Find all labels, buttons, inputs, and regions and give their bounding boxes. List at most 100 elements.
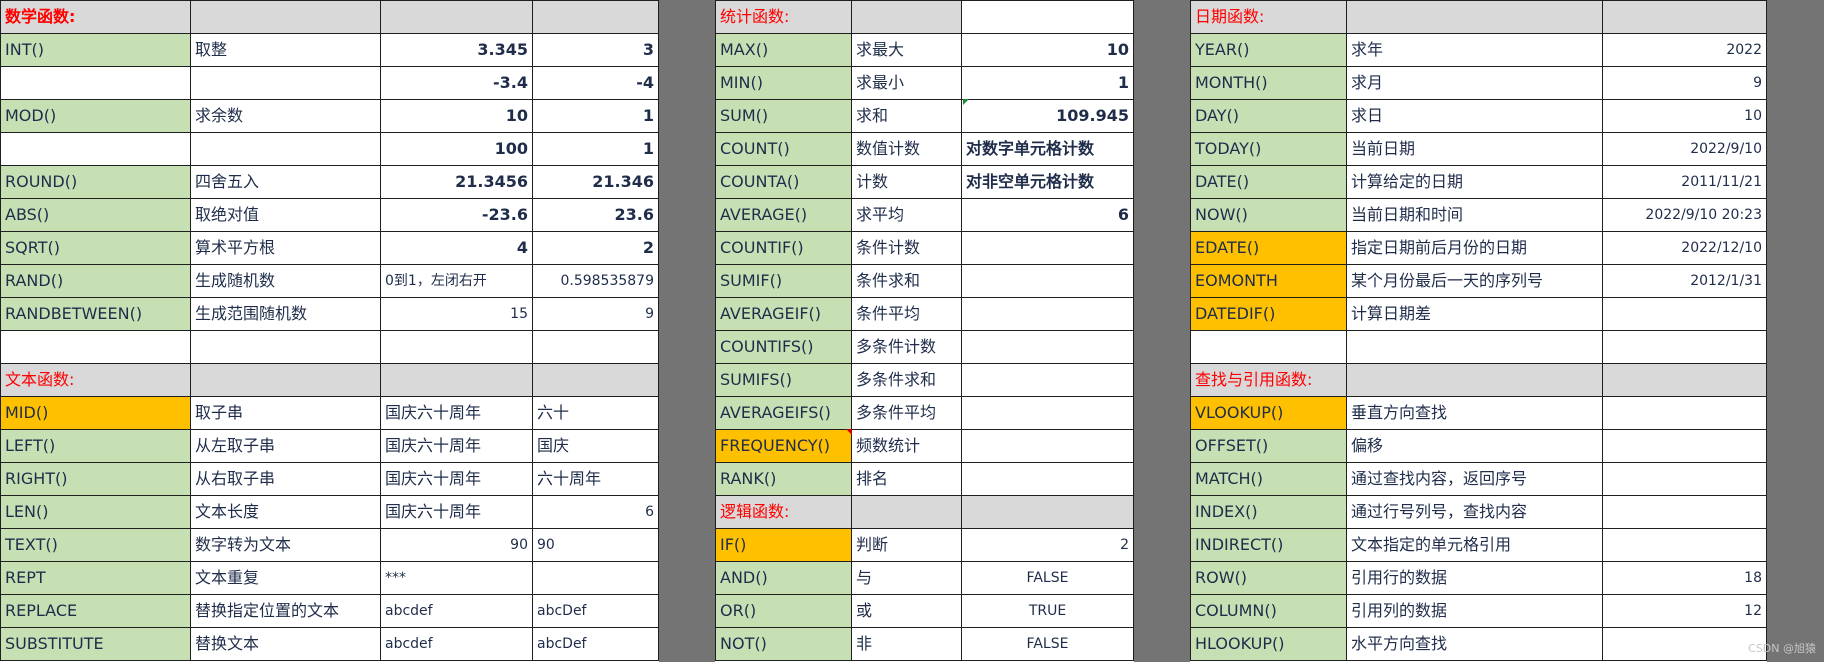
right-cell-r9-c2[interactable]: 某个月份最后一天的序列号	[1346, 264, 1603, 298]
left-cell-r9-c1[interactable]: RAND()	[0, 264, 191, 298]
left-cell-r1-c2[interactable]	[190, 0, 381, 34]
left-cell-r9-c3[interactable]: 0到1，左闭右开	[380, 264, 533, 298]
right-cell-r3-c1[interactable]: MONTH()	[1190, 66, 1347, 100]
middle-cell-r12-c3[interactable]	[961, 363, 1134, 397]
left-cell-r10-c3[interactable]: 15	[380, 297, 533, 331]
left-cell-r12-c1[interactable]: 文本函数:	[0, 363, 191, 397]
left-cell-r20-c3[interactable]: abcdef	[380, 627, 533, 661]
right-cell-r8-c2[interactable]: 指定日期前后月份的日期	[1346, 231, 1603, 265]
right-cell-r19-c1[interactable]: COLUMN()	[1190, 594, 1347, 628]
right-cell-r15-c1[interactable]: MATCH()	[1190, 462, 1347, 496]
middle-cell-r5-c2[interactable]: 数值计数	[851, 132, 962, 166]
left-cell-r17-c2[interactable]: 数字转为文本	[190, 528, 381, 562]
middle-cell-r10-c1[interactable]: AVERAGEIF()	[715, 297, 852, 331]
left-cell-r13-c2[interactable]: 取子串	[190, 396, 381, 430]
middle-cell-r3-c2[interactable]: 求最小	[851, 66, 962, 100]
middle-cell-r17-c1[interactable]: IF()	[715, 528, 852, 562]
right-cell-r17-c2[interactable]: 文本指定的单元格引用	[1346, 528, 1603, 562]
right-cell-r5-c3[interactable]: 2022/9/10	[1602, 132, 1767, 166]
right-cell-r9-c3[interactable]: 2012/1/31	[1602, 264, 1767, 298]
left-cell-r13-c4[interactable]: 六十	[532, 396, 659, 430]
middle-cell-r11-c3[interactable]	[961, 330, 1134, 364]
right-cell-r14-c3[interactable]	[1602, 429, 1767, 463]
right-cell-r5-c1[interactable]: TODAY()	[1190, 132, 1347, 166]
middle-cell-r15-c1[interactable]: RANK()	[715, 462, 852, 496]
left-cell-r20-c4[interactable]: abcDef	[532, 627, 659, 661]
left-cell-r11-c3[interactable]	[380, 330, 533, 364]
left-cell-r19-c1[interactable]: REPLACE	[0, 594, 191, 628]
right-cell-r16-c1[interactable]: INDEX()	[1190, 495, 1347, 529]
left-cell-r19-c3[interactable]: abcdef	[380, 594, 533, 628]
left-cell-r5-c2[interactable]	[190, 132, 381, 166]
right-cell-r14-c2[interactable]: 偏移	[1346, 429, 1603, 463]
left-cell-r6-c1[interactable]: ROUND()	[0, 165, 191, 199]
middle-cell-r1-c3[interactable]	[961, 0, 1134, 34]
left-cell-r11-c1[interactable]	[0, 330, 191, 364]
left-cell-r13-c3[interactable]: 国庆六十周年	[380, 396, 533, 430]
right-cell-r4-c1[interactable]: DAY()	[1190, 99, 1347, 133]
left-cell-r18-c2[interactable]: 文本重复	[190, 561, 381, 595]
right-cell-r2-c2[interactable]: 求年	[1346, 33, 1603, 67]
right-cell-r13-c2[interactable]: 垂直方向查找	[1346, 396, 1603, 430]
middle-cell-r17-c3[interactable]: 2	[961, 528, 1134, 562]
middle-cell-r10-c3[interactable]	[961, 297, 1134, 331]
left-cell-r12-c2[interactable]	[190, 363, 381, 397]
left-cell-r8-c2[interactable]: 算术平方根	[190, 231, 381, 265]
middle-cell-r4-c3[interactable]: 109.945	[961, 99, 1134, 133]
middle-cell-r5-c3[interactable]: 对数字单元格计数	[961, 132, 1134, 166]
middle-cell-r11-c2[interactable]: 多条件计数	[851, 330, 962, 364]
middle-cell-r15-c2[interactable]: 排名	[851, 462, 962, 496]
middle-cell-r18-c3[interactable]: FALSE	[961, 561, 1134, 595]
middle-cell-r20-c3[interactable]: FALSE	[961, 627, 1134, 661]
middle-cell-r16-c3[interactable]	[961, 495, 1134, 529]
middle-cell-r16-c2[interactable]	[851, 495, 962, 529]
middle-cell-r20-c2[interactable]: 非	[851, 627, 962, 661]
right-cell-r18-c3[interactable]: 18	[1602, 561, 1767, 595]
left-cell-r15-c1[interactable]: RIGHT()	[0, 462, 191, 496]
middle-cell-r19-c1[interactable]: OR()	[715, 594, 852, 628]
left-cell-r7-c4[interactable]: 23.6	[532, 198, 659, 232]
right-cell-r7-c2[interactable]: 当前日期和时间	[1346, 198, 1603, 232]
left-cell-r1-c1[interactable]: 数学函数:	[0, 0, 191, 34]
right-cell-r13-c3[interactable]	[1602, 396, 1767, 430]
middle-cell-r3-c3[interactable]: 1	[961, 66, 1134, 100]
middle-cell-r14-c3[interactable]	[961, 429, 1134, 463]
left-cell-r6-c4[interactable]: 21.346	[532, 165, 659, 199]
right-cell-r6-c1[interactable]: DATE()	[1190, 165, 1347, 199]
left-cell-r3-c2[interactable]	[190, 66, 381, 100]
left-cell-r8-c1[interactable]: SQRT()	[0, 231, 191, 265]
middle-cell-r19-c2[interactable]: 或	[851, 594, 962, 628]
right-cell-r16-c3[interactable]	[1602, 495, 1767, 529]
left-cell-r4-c3[interactable]: 10	[380, 99, 533, 133]
left-cell-r8-c4[interactable]: 2	[532, 231, 659, 265]
left-cell-r2-c3[interactable]: 3.345	[380, 33, 533, 67]
right-cell-r19-c3[interactable]: 12	[1602, 594, 1767, 628]
left-cell-r9-c2[interactable]: 生成随机数	[190, 264, 381, 298]
right-cell-r19-c2[interactable]: 引用列的数据	[1346, 594, 1603, 628]
right-cell-r15-c2[interactable]: 通过查找内容，返回序号	[1346, 462, 1603, 496]
left-cell-r7-c1[interactable]: ABS()	[0, 198, 191, 232]
left-cell-r2-c1[interactable]: INT()	[0, 33, 191, 67]
middle-cell-r1-c1[interactable]: 统计函数:	[715, 0, 852, 34]
left-cell-r5-c4[interactable]: 1	[532, 132, 659, 166]
left-cell-r7-c2[interactable]: 取绝对值	[190, 198, 381, 232]
middle-cell-r2-c1[interactable]: MAX()	[715, 33, 852, 67]
middle-cell-r10-c2[interactable]: 条件平均	[851, 297, 962, 331]
left-cell-r19-c2[interactable]: 替换指定位置的文本	[190, 594, 381, 628]
left-cell-r20-c1[interactable]: SUBSTITUTE	[0, 627, 191, 661]
left-cell-r12-c3[interactable]	[380, 363, 533, 397]
left-cell-r11-c4[interactable]	[532, 330, 659, 364]
left-cell-r15-c3[interactable]: 国庆六十周年	[380, 462, 533, 496]
middle-cell-r11-c1[interactable]: COUNTIFS()	[715, 330, 852, 364]
right-cell-r3-c3[interactable]: 9	[1602, 66, 1767, 100]
right-cell-r2-c1[interactable]: YEAR()	[1190, 33, 1347, 67]
left-cell-r8-c3[interactable]: 4	[380, 231, 533, 265]
left-cell-r16-c4[interactable]: 6	[532, 495, 659, 529]
middle-cell-r18-c1[interactable]: AND()	[715, 561, 852, 595]
middle-cell-r12-c1[interactable]: SUMIFS()	[715, 363, 852, 397]
left-cell-r14-c1[interactable]: LEFT()	[0, 429, 191, 463]
left-cell-r18-c3[interactable]: ***	[380, 561, 533, 595]
middle-cell-r19-c3[interactable]: TRUE	[961, 594, 1134, 628]
right-cell-r12-c1[interactable]: 查找与引用函数:	[1190, 363, 1347, 397]
right-cell-r7-c1[interactable]: NOW()	[1190, 198, 1347, 232]
